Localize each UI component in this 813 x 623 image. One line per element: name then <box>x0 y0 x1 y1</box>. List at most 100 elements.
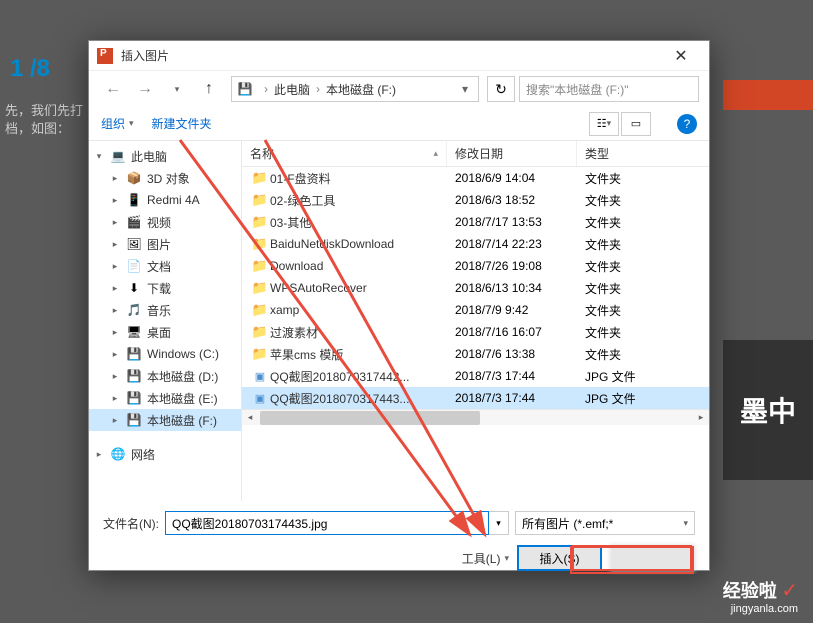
tree-item[interactable]: ▸ 💾 本地磁盘 (E:) <box>89 387 241 409</box>
tree-item-icon: 💾 <box>125 346 143 362</box>
filetype-select[interactable]: 所有图片 (*.emf;*▾ <box>515 511 695 535</box>
tree-item[interactable]: ▸ 🎵 音乐 <box>89 299 241 321</box>
tree-item[interactable]: ▸ 📄 文档 <box>89 255 241 277</box>
chevron-icon[interactable]: ▸ <box>93 449 105 460</box>
file-row[interactable]: 📁WPSAutoRecover 2018/6/13 10:34 文件夹 <box>242 277 709 299</box>
file-row[interactable]: 📁过渡素材 2018/7/16 16:07 文件夹 <box>242 321 709 343</box>
folder-icon: 📁 <box>250 258 270 274</box>
file-row[interactable]: 📁03-其他 2018/7/17 13:53 文件夹 <box>242 211 709 233</box>
chevron-icon[interactable]: ▸ <box>109 195 121 206</box>
file-type: 文件夹 <box>577 346 677 363</box>
folder-icon: 📁 <box>250 214 270 230</box>
tree-item[interactable]: ▸ 📱 Redmi 4A <box>89 189 241 211</box>
search-input[interactable]: 搜索"本地磁盘 (F:)" <box>519 76 699 102</box>
file-row[interactable]: 📁xamp 2018/7/9 9:42 文件夹 <box>242 299 709 321</box>
watermark: 经验啦 ✓ jingyanla.com <box>723 577 798 615</box>
chevron-icon[interactable]: ▸ <box>109 305 121 316</box>
nav-forward-button[interactable]: → <box>131 75 159 103</box>
file-type: 文件夹 <box>577 192 677 209</box>
file-date: 2018/7/6 13:38 <box>447 347 577 361</box>
horizontal-scrollbar[interactable]: ◂ ▸ <box>242 409 709 425</box>
insert-button[interactable]: 插入(S) <box>517 545 602 571</box>
refresh-button[interactable]: ↻ <box>487 76 515 102</box>
titlebar: 插入图片 ✕ <box>89 41 709 71</box>
tree-item-icon: 🖥 <box>125 324 143 340</box>
chevron-icon[interactable]: ▸ <box>109 217 121 228</box>
insert-picture-dialog: 插入图片 ✕ ← → ▾ ↑ 💾 › 此电脑 › 本地磁盘 (F:) ▾ ↻ 搜… <box>88 40 710 571</box>
tree-item[interactable]: ▸ 🖼 图片 <box>89 233 241 255</box>
column-header-name[interactable]: 名称▴ <box>242 141 447 166</box>
column-header-type[interactable]: 类型 <box>577 141 677 166</box>
file-date: 2018/7/14 22:23 <box>447 237 577 251</box>
nav-back-button[interactable]: ← <box>99 75 127 103</box>
breadcrumb-item[interactable]: 本地磁盘 (F:) <box>326 81 396 98</box>
breadcrumb-dropdown[interactable]: ▾ <box>456 82 474 96</box>
file-type: JPG 文件 <box>577 390 677 407</box>
bg-badge <box>723 80 813 110</box>
close-button[interactable]: ✕ <box>661 41 701 71</box>
tree-item-label: Redmi 4A <box>147 193 200 207</box>
tree-item[interactable]: ▸ 🎬 视频 <box>89 211 241 233</box>
tree-item[interactable]: ▸ 🌐 网络 <box>89 443 241 465</box>
file-name: QQ截图2018070317443... <box>270 390 447 407</box>
organize-menu[interactable]: 组织 ▾ <box>101 115 134 132</box>
tree-item[interactable]: ▸ 💾 本地磁盘 (F:) <box>89 409 241 431</box>
chevron-icon[interactable]: ▸ <box>109 349 121 360</box>
file-date: 2018/6/9 14:04 <box>447 171 577 185</box>
file-list[interactable]: 名称▴ 修改日期 类型 📁01-F盘资料 2018/6/9 14:04 文件夹📁… <box>242 141 709 501</box>
breadcrumb[interactable]: 💾 › 此电脑 › 本地磁盘 (F:) ▾ <box>231 76 479 102</box>
file-row[interactable]: 📁Download 2018/7/26 19:08 文件夹 <box>242 255 709 277</box>
tree-item[interactable]: ▸ 🖥 桌面 <box>89 321 241 343</box>
file-row[interactable]: 📁01-F盘资料 2018/6/9 14:04 文件夹 <box>242 167 709 189</box>
nav-recent-dropdown[interactable]: ▾ <box>163 75 191 103</box>
chevron-icon[interactable]: ▸ <box>109 239 121 250</box>
file-date: 2018/7/9 9:42 <box>447 303 577 317</box>
folder-icon: 📁 <box>250 302 270 318</box>
navigation-tree[interactable]: ▾ 💻 此电脑▸ 📦 3D 对象▸ 📱 Redmi 4A▸ 🎬 视频▸ 🖼 图片… <box>89 141 242 501</box>
tree-item-label: 本地磁盘 (F:) <box>147 412 217 429</box>
preview-pane-button[interactable]: ▭ <box>621 112 651 136</box>
tree-item[interactable]: ▾ 💻 此电脑 <box>89 145 241 167</box>
filename-history-dropdown[interactable]: ▾ <box>489 511 509 535</box>
breadcrumb-item[interactable]: 此电脑 <box>274 81 310 98</box>
chevron-icon[interactable]: ▾ <box>93 151 105 162</box>
nav-up-button[interactable]: ↑ <box>195 75 223 103</box>
file-row[interactable]: ▣QQ截图2018070317442... 2018/7/3 17:44 JPG… <box>242 365 709 387</box>
file-date: 2018/6/3 18:52 <box>447 193 577 207</box>
tree-item-label: 下载 <box>147 280 171 297</box>
file-row[interactable]: 📁苹果cms 模版 2018/7/6 13:38 文件夹 <box>242 343 709 365</box>
help-button[interactable]: ? <box>677 114 697 134</box>
chevron-icon[interactable]: ▸ <box>109 371 121 382</box>
file-name: Download <box>270 259 447 273</box>
folder-icon: 📁 <box>250 280 270 296</box>
file-date: 2018/7/16 16:07 <box>447 325 577 339</box>
folder-icon: 📁 <box>250 346 270 362</box>
tree-item[interactable]: ▸ 💾 Windows (C:) <box>89 343 241 365</box>
chevron-icon[interactable]: ▸ <box>109 393 121 404</box>
chevron-icon[interactable]: ▸ <box>109 173 121 184</box>
tree-item[interactable]: ▸ 📦 3D 对象 <box>89 167 241 189</box>
file-name: 03-其他 <box>270 214 447 231</box>
chevron-icon[interactable]: ▸ <box>109 415 121 426</box>
file-row[interactable]: 📁02-绿色工具 2018/6/3 18:52 文件夹 <box>242 189 709 211</box>
cancel-button[interactable] <box>610 545 695 571</box>
bg-image: 墨中 <box>723 340 813 480</box>
tree-item-icon: 🖼 <box>125 236 143 252</box>
chevron-icon[interactable]: ▸ <box>109 261 121 272</box>
image-icon: ▣ <box>250 392 270 405</box>
tree-item-label: 文档 <box>147 258 171 275</box>
filename-input[interactable] <box>165 511 489 535</box>
chevron-icon[interactable]: ▸ <box>109 327 121 338</box>
new-folder-button[interactable]: 新建文件夹 <box>152 115 212 132</box>
view-mode-button[interactable]: ☷ ▾ <box>589 112 619 136</box>
file-type: 文件夹 <box>577 280 677 297</box>
file-row[interactable]: 📁BaiduNetdiskDownload 2018/7/14 22:23 文件… <box>242 233 709 255</box>
column-header-date[interactable]: 修改日期 <box>447 141 577 166</box>
file-row[interactable]: ▣QQ截图2018070317443... 2018/7/3 17:44 JPG… <box>242 387 709 409</box>
file-type: 文件夹 <box>577 258 677 275</box>
powerpoint-icon <box>97 48 113 64</box>
tree-item[interactable]: ▸ ⬇ 下载 <box>89 277 241 299</box>
tools-menu[interactable]: 工具(L) ▾ <box>462 550 509 567</box>
chevron-icon[interactable]: ▸ <box>109 283 121 294</box>
tree-item[interactable]: ▸ 💾 本地磁盘 (D:) <box>89 365 241 387</box>
